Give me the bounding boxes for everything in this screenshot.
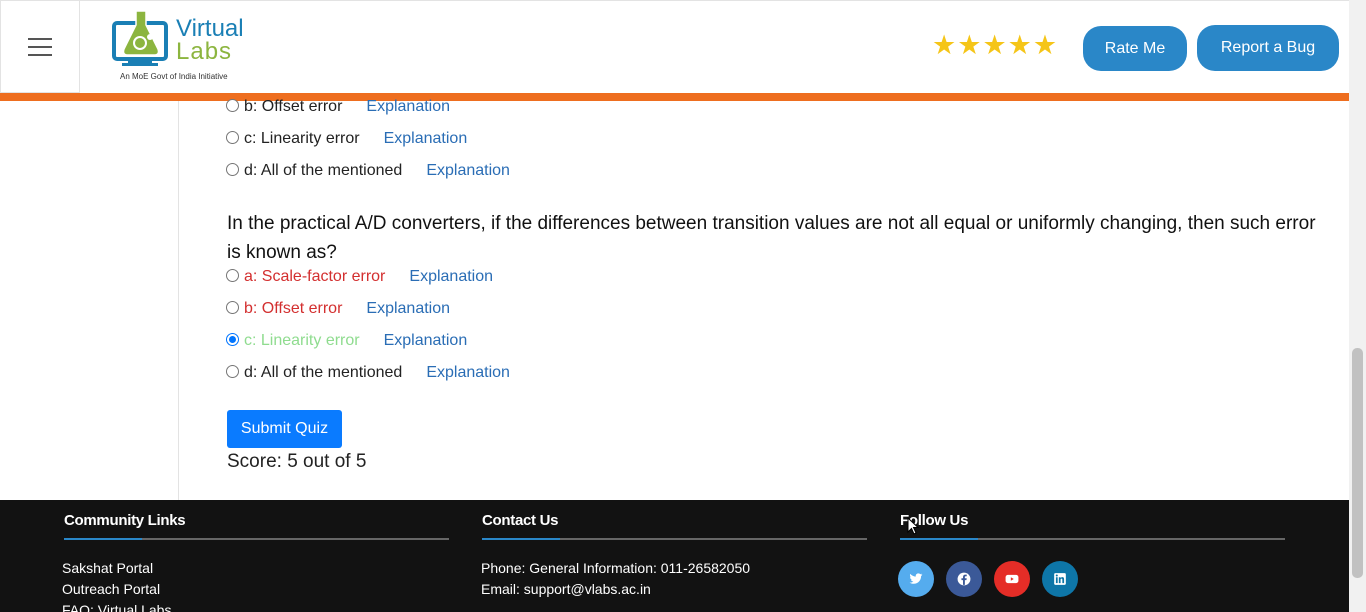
linkedin-icon[interactable] (1042, 561, 1078, 597)
rating-stars: ★ ★ ★ ★ ★ (932, 31, 1057, 59)
radio-button[interactable] (226, 163, 239, 176)
option-label: b: Offset error (244, 98, 343, 115)
section-underline (482, 538, 867, 540)
site-header: Virtual Labs An MoE Govt of India Initia… (0, 0, 1349, 93)
explanation-link[interactable]: Explanation (366, 300, 450, 318)
option-b[interactable]: b: Offset error Explanation (226, 298, 450, 320)
footer-link-sakshat[interactable]: Sakshat Portal (62, 558, 449, 579)
logo-tagline: An MoE Govt of India Initiative (120, 72, 228, 81)
report-bug-button[interactable]: Report a Bug (1197, 25, 1339, 71)
prev-option-c[interactable]: c: Linearity error Explanation (226, 128, 467, 150)
explanation-link[interactable]: Explanation (366, 98, 450, 116)
youtube-icon[interactable] (994, 561, 1030, 597)
explanation-link[interactable]: Explanation (384, 130, 468, 148)
explanation-link[interactable]: Explanation (426, 162, 510, 180)
site-footer: Community Links Sakshat Portal Outreach … (0, 500, 1349, 612)
section-title: Contact Us (482, 512, 559, 529)
flask-logo-icon (112, 10, 168, 66)
option-a[interactable]: a: Scale-factor error Explanation (226, 266, 493, 288)
star-icon: ★ (932, 30, 957, 60)
facebook-icon[interactable] (946, 561, 982, 597)
radio-button-selected[interactable] (226, 333, 239, 346)
question-text: In the practical A/D converters, if the … (227, 213, 1316, 263)
community-links-section: Community Links Sakshat Portal Outreach … (62, 512, 449, 612)
section-underline (900, 538, 1285, 540)
score-text: Score: 5 out of 5 (227, 451, 367, 472)
option-label: a: Scale-factor error (244, 268, 386, 285)
option-c[interactable]: c: Linearity error Explanation (226, 330, 467, 352)
option-label: b: Offset error (244, 300, 343, 317)
star-icon: ★ (957, 30, 982, 60)
explanation-link[interactable]: Explanation (426, 364, 510, 382)
prev-option-d[interactable]: d: All of the mentioned Explanation (226, 160, 510, 182)
page-scrollbar[interactable] (1349, 0, 1366, 612)
radio-button[interactable] (226, 269, 239, 282)
radio-button[interactable] (226, 365, 239, 378)
header-accent-bar (0, 93, 1349, 101)
footer-link-faq[interactable]: FAQ: Virtual Labs (62, 600, 449, 612)
mouse-cursor-icon (907, 517, 919, 535)
section-underline (64, 538, 449, 540)
section-title: Community Links (64, 512, 186, 529)
rate-me-button[interactable]: Rate Me (1083, 26, 1187, 71)
option-label: d: All of the mentioned (244, 162, 403, 179)
radio-button[interactable] (226, 301, 239, 314)
menu-button[interactable] (0, 1, 80, 93)
option-label: c: Linearity error (244, 130, 360, 147)
prev-option-b[interactable]: b: Offset error Explanation (226, 96, 450, 118)
option-label: c: Linearity error (244, 332, 360, 349)
explanation-link[interactable]: Explanation (384, 332, 468, 350)
radio-button[interactable] (226, 99, 239, 112)
scrollbar-thumb[interactable] (1352, 348, 1363, 578)
sidebar-divider (178, 101, 179, 500)
contact-phone: Phone: General Information: 011-26582050 (481, 560, 751, 576)
footer-link-outreach[interactable]: Outreach Portal (62, 579, 449, 600)
submit-quiz-button[interactable]: Submit Quiz (227, 410, 342, 448)
explanation-link[interactable]: Explanation (409, 268, 493, 286)
radio-button[interactable] (226, 131, 239, 144)
virtual-labs-logo[interactable]: Virtual Labs An MoE Govt of India Initia… (110, 9, 255, 85)
follow-us-section: Follow Us (898, 512, 1285, 597)
star-icon: ★ (982, 30, 1007, 60)
option-d[interactable]: d: All of the mentioned Explanation (226, 362, 510, 384)
star-icon: ★ (1032, 30, 1058, 60)
star-icon: ★ (1007, 30, 1032, 60)
logo-text-labs: Labs (176, 38, 233, 65)
hamburger-icon[interactable] (28, 37, 52, 56)
option-label: d: All of the mentioned (244, 364, 403, 381)
contact-email[interactable]: Email: support@vlabs.ac.in (481, 579, 867, 600)
twitter-icon[interactable] (898, 561, 934, 597)
contact-us-section: Contact Us Phone: General Information: 0… (481, 512, 867, 600)
section-title: Follow Us (900, 512, 969, 529)
